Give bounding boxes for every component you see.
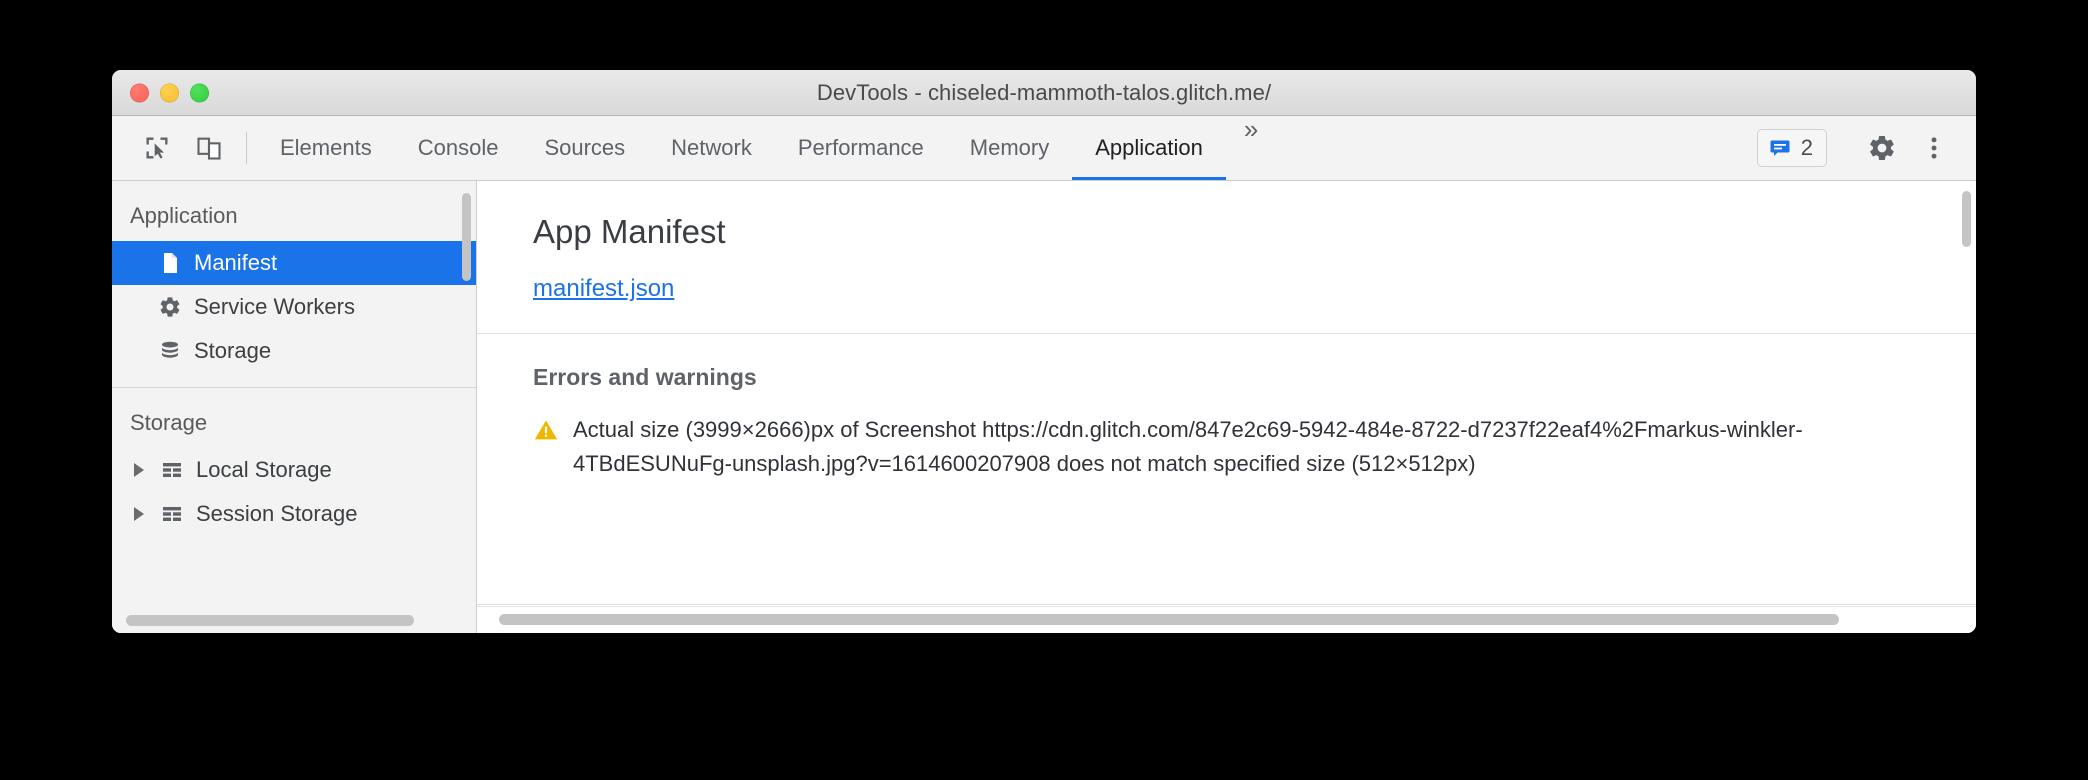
errors-and-warnings-section: Errors and warnings Actual size (3999×26… <box>477 334 1976 481</box>
manifest-content: App Manifest manifest.json Errors and wa… <box>477 181 1976 633</box>
sidebar-item-label: Service Workers <box>194 294 355 319</box>
tab-label: Sources <box>544 135 626 160</box>
tab-memory[interactable]: Memory <box>947 116 1072 180</box>
manifest-json-link[interactable]: manifest.json <box>533 275 674 302</box>
tab-label: Elements <box>280 135 372 160</box>
gear-icon[interactable] <box>1858 124 1906 172</box>
sidebar-item-session-storage[interactable]: Session Storage <box>112 492 476 536</box>
sidebar-item-storage[interactable]: Storage <box>112 329 476 373</box>
sidebar-vertical-scrollbar[interactable] <box>462 193 471 281</box>
expand-arrow-icon[interactable] <box>134 507 144 521</box>
issues-message-icon <box>1770 140 1790 156</box>
maximize-window-button[interactable] <box>190 83 209 102</box>
tab-label: Network <box>671 135 752 160</box>
devtools-toolbar-right: 2 <box>1756 116 1976 180</box>
inspect-element-icon[interactable] <box>134 125 180 171</box>
device-toolbar-icon[interactable] <box>186 125 232 171</box>
three-dots-vertical-icon[interactable] <box>1910 124 1958 172</box>
errors-heading: Errors and warnings <box>533 364 757 390</box>
gear-icon <box>160 297 180 317</box>
document-icon <box>164 253 177 273</box>
sidebar-item-label: Manifest <box>194 250 278 275</box>
minimize-window-button[interactable] <box>160 83 179 102</box>
issues-badge[interactable]: 2 <box>1756 129 1827 167</box>
toolbar-divider <box>246 132 247 164</box>
tab-network[interactable]: Network <box>648 116 775 180</box>
sidebar-section-application: Application <box>130 203 238 228</box>
content-vertical-scrollbar[interactable] <box>1962 191 1971 247</box>
sidebar-item-label: Local Storage <box>196 457 332 482</box>
tab-console[interactable]: Console <box>395 116 522 180</box>
database-icon <box>162 341 178 358</box>
warning-item: Actual size (3999×2666)px of Screenshot … <box>533 413 1976 481</box>
page-title: App Manifest <box>533 213 726 250</box>
tab-elements[interactable]: Elements <box>257 116 395 180</box>
tab-label: Console <box>417 135 499 160</box>
issues-count: 2 <box>1800 135 1813 160</box>
sidebar-horizontal-scrollbar[interactable] <box>126 615 414 626</box>
sidebar-item-manifest[interactable]: Manifest <box>112 241 476 285</box>
tab-sources[interactable]: Sources <box>521 116 648 180</box>
application-sidebar: Application Manifest Service Workers Sto… <box>112 181 477 633</box>
more-tabs-chevron-icon[interactable]: » <box>1226 116 1276 180</box>
content-horizontal-scrollbar-track <box>477 606 1976 633</box>
expand-arrow-icon[interactable] <box>134 463 144 477</box>
table-grid-icon <box>163 507 181 521</box>
warning-message: Actual size (3999×2666)px of Screenshot … <box>573 417 1803 476</box>
devtools-window: DevTools - chiseled-mammoth-talos.glitch… <box>112 70 1976 633</box>
table-grid-icon <box>163 463 181 477</box>
tab-label: Memory <box>969 135 1050 160</box>
close-window-button[interactable] <box>130 83 149 102</box>
traffic-light-buttons <box>130 83 209 102</box>
devtools-panel-body: Application Manifest Service Workers Sto… <box>112 181 1976 633</box>
sidebar-item-service-workers[interactable]: Service Workers <box>112 285 476 329</box>
window-titlebar: DevTools - chiseled-mammoth-talos.glitch… <box>112 70 1976 116</box>
tab-label: Application <box>1095 135 1203 160</box>
tab-application[interactable]: Application <box>1072 116 1226 180</box>
content-bottom-divider <box>477 604 1976 605</box>
sidebar-section-storage: Storage <box>130 410 208 435</box>
devtools-tabbar: Elements Console Sources Network Perform… <box>112 116 1976 181</box>
sidebar-item-local-storage[interactable]: Local Storage <box>112 448 476 492</box>
window-title: DevTools - chiseled-mammoth-talos.glitch… <box>816 79 1272 105</box>
sidebar-item-label: Storage <box>194 338 272 363</box>
manifest-header: App Manifest manifest.json <box>477 181 1976 334</box>
tab-label: Performance <box>797 135 924 160</box>
tab-performance[interactable]: Performance <box>775 116 947 180</box>
devtools-panel-tabs: Elements Console Sources Network Perform… <box>257 116 1757 180</box>
content-horizontal-scrollbar-thumb[interactable] <box>499 614 1839 625</box>
warning-triangle-icon <box>534 420 558 440</box>
devtools-tool-icons <box>112 116 240 180</box>
sidebar-item-label: Session Storage <box>196 501 358 526</box>
